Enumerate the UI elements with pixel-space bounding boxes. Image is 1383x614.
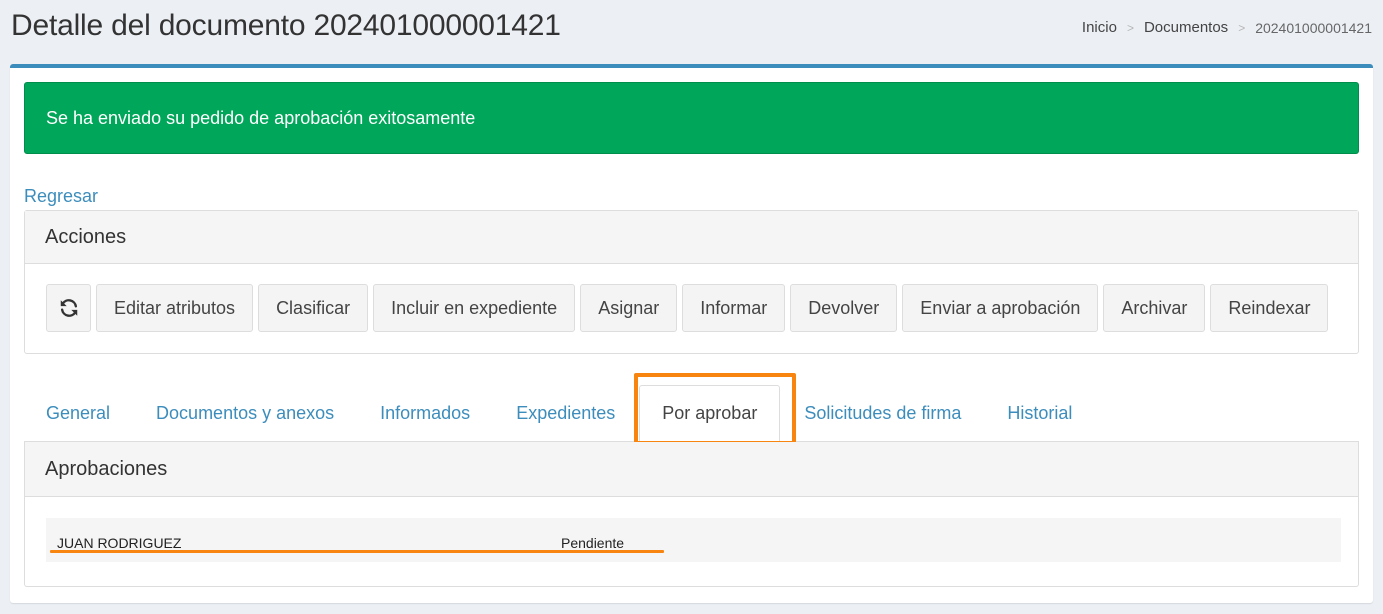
approval-status: Pendiente [561, 535, 625, 551]
approvals-panel-heading: Aprobaciones [25, 442, 1358, 497]
classify-button[interactable]: Clasificar [258, 284, 369, 332]
archive-button[interactable]: Archivar [1103, 284, 1206, 332]
tab-case-files[interactable]: Expedientes [494, 385, 637, 441]
inform-button[interactable]: Informar [682, 284, 786, 332]
document-tabs: General Documentos y anexos Informados E… [24, 384, 1359, 442]
return-button[interactable]: Devolver [790, 284, 898, 332]
refresh-button[interactable] [46, 284, 91, 332]
tab-pending-approval[interactable]: Por aprobar [639, 385, 781, 442]
approvals-panel: Aprobaciones JUAN RODRIGUEZ Pendiente [24, 442, 1359, 587]
highlight-underline [50, 550, 664, 553]
edit-attributes-button[interactable]: Editar atributos [96, 284, 254, 332]
breadcrumb-item-documentos[interactable]: Documentos [1144, 19, 1228, 36]
send-to-approval-button[interactable]: Enviar a aprobación [902, 284, 1099, 332]
refresh-icon [60, 299, 77, 317]
tab-documents-and-attachments[interactable]: Documentos y anexos [134, 385, 356, 441]
breadcrumb-separator-icon: > [1126, 20, 1134, 35]
reindex-button[interactable]: Reindexar [1210, 284, 1329, 332]
table-row: JUAN RODRIGUEZ Pendiente [46, 518, 1341, 562]
back-link[interactable]: Regresar [24, 186, 98, 207]
assign-button[interactable]: Asignar [580, 284, 678, 332]
actions-button-group: Editar atributos Clasificar Incluir en e… [46, 284, 1329, 332]
alert-message: Se ha enviado su pedido de aprobación ex… [46, 107, 476, 128]
tab-history[interactable]: Historial [985, 385, 1094, 441]
approvals-panel-title: Aprobaciones [45, 457, 168, 480]
actions-panel: Acciones Editar atributos Clasificar Inc… [24, 210, 1359, 354]
document-detail-box: Se ha enviado su pedido de aprobación ex… [10, 64, 1373, 603]
actions-panel-heading: Acciones [25, 211, 1358, 264]
include-in-file-button[interactable]: Incluir en expediente [373, 284, 576, 332]
breadcrumb: Inicio > Documentos > 202401000001421 [1082, 19, 1372, 36]
tab-informed[interactable]: Informados [358, 385, 492, 441]
approver-name: JUAN RODRIGUEZ [57, 535, 182, 551]
actions-panel-title: Acciones [45, 225, 127, 248]
breadcrumb-separator-icon: > [1238, 20, 1246, 35]
page-title: Detalle del documento 202401000001421 [11, 9, 561, 42]
breadcrumb-item-inicio[interactable]: Inicio [1082, 19, 1117, 36]
tab-signature-requests[interactable]: Solicitudes de firma [782, 385, 983, 441]
tab-general[interactable]: General [24, 385, 132, 441]
success-alert: Se ha enviado su pedido de aprobación ex… [24, 82, 1359, 154]
breadcrumb-item-current: 202401000001421 [1255, 19, 1372, 36]
